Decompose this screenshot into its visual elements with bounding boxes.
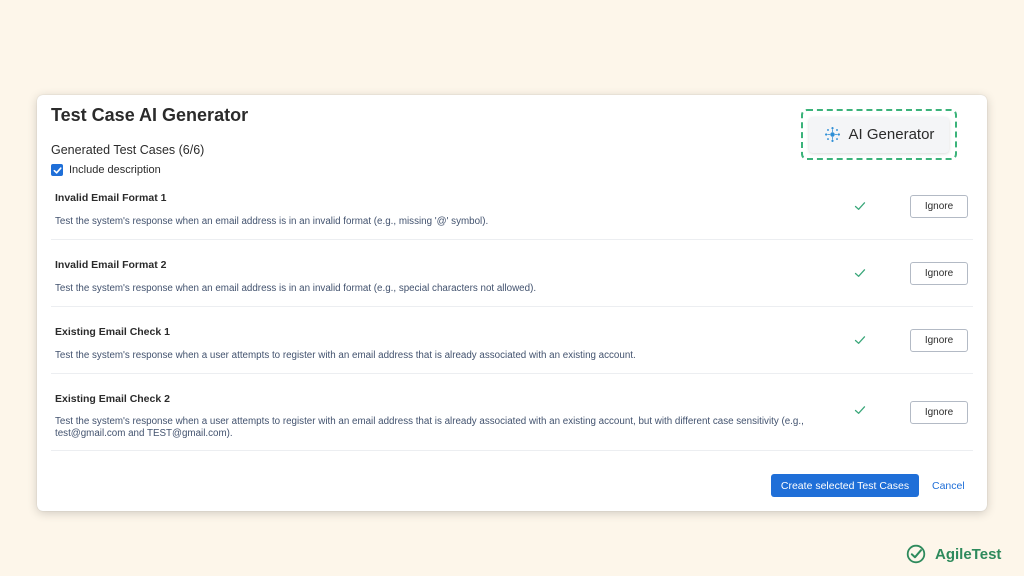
test-case-description: Test the system's response when an email… bbox=[55, 216, 489, 227]
checkmark-icon bbox=[53, 166, 62, 174]
ignore-button[interactable]: Ignore bbox=[910, 195, 968, 218]
include-description-option[interactable]: Include description bbox=[51, 164, 161, 176]
selected-check-icon[interactable] bbox=[854, 404, 866, 416]
test-case-generator-dialog: Test Case AI Generator Generated Test Ca… bbox=[37, 95, 987, 511]
test-case-list: Invalid Email Format 1 Test the system's… bbox=[51, 183, 973, 451]
test-case-description: Test the system's response when an email… bbox=[55, 283, 537, 294]
ai-generator-highlight: AI Generator bbox=[801, 109, 957, 160]
include-description-label: Include description bbox=[69, 164, 161, 176]
test-case-row: Existing Email Check 2 Test the system's… bbox=[51, 374, 973, 451]
selected-check-icon[interactable] bbox=[854, 267, 866, 279]
test-case-description: Test the system's response when a user a… bbox=[55, 416, 804, 439]
test-case-title: Existing Email Check 2 bbox=[55, 393, 170, 405]
selected-check-icon[interactable] bbox=[854, 334, 866, 346]
selected-check-icon[interactable] bbox=[854, 200, 866, 212]
agiletest-logo-icon bbox=[906, 544, 926, 564]
ignore-button[interactable]: Ignore bbox=[910, 329, 968, 352]
include-description-checkbox[interactable] bbox=[51, 164, 63, 176]
test-case-title: Existing Email Check 1 bbox=[55, 326, 170, 338]
ignore-button[interactable]: Ignore bbox=[910, 401, 968, 424]
generated-count-heading: Generated Test Cases (6/6) bbox=[51, 143, 205, 157]
brand-logo: AgileTest bbox=[906, 544, 1001, 564]
sparkle-icon bbox=[824, 127, 840, 142]
test-case-title: Invalid Email Format 2 bbox=[55, 259, 167, 271]
test-case-title: Invalid Email Format 1 bbox=[55, 192, 167, 204]
ai-generator-button[interactable]: AI Generator bbox=[809, 116, 949, 153]
test-case-description: Test the system's response when a user a… bbox=[55, 350, 636, 361]
brand-name: AgileTest bbox=[935, 545, 1002, 563]
cancel-button[interactable]: Cancel bbox=[932, 474, 965, 497]
test-case-row: Invalid Email Format 1 Test the system's… bbox=[51, 183, 973, 240]
ai-generator-label: AI Generator bbox=[848, 126, 935, 143]
ignore-button[interactable]: Ignore bbox=[910, 262, 968, 285]
test-case-row: Existing Email Check 1 Test the system's… bbox=[51, 307, 973, 374]
test-case-row: Invalid Email Format 2 Test the system's… bbox=[51, 240, 973, 307]
dialog-title: Test Case AI Generator bbox=[51, 105, 249, 125]
create-selected-button[interactable]: Create selected Test Cases bbox=[771, 474, 919, 497]
